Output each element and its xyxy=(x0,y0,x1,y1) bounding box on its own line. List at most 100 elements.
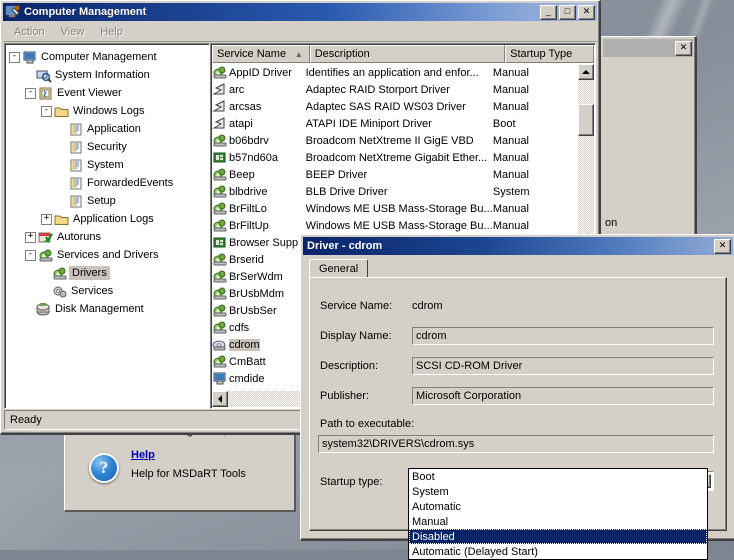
window-buttons: _ □ ✕ xyxy=(540,4,595,20)
description-field[interactable]: SCSI CD-ROM Driver xyxy=(412,357,714,375)
window-title: Computer Management xyxy=(24,6,147,18)
publisher-field[interactable]: Microsoft Corporation xyxy=(412,387,714,405)
table-row[interactable]: AppID Driver Identifies an application an… xyxy=(212,64,578,81)
tree-node-label: ForwardedEvents xyxy=(87,177,174,189)
cell-startup-type: Manual xyxy=(492,83,529,96)
minimize-button[interactable]: _ xyxy=(540,4,557,20)
background-window[interactable]: ✕ on xyxy=(600,36,697,237)
menu-help[interactable]: Help xyxy=(93,24,130,40)
service-name-text: cdrom xyxy=(229,338,260,351)
value-service-name: cdrom xyxy=(412,300,443,312)
tree-node-label: Application Logs xyxy=(73,213,154,225)
driver-icon xyxy=(212,303,228,318)
startup-type-dropdown-list[interactable]: Boot System Automatic Manual Disabled Automat… xyxy=(408,468,708,560)
tree-node[interactable]: ForwardedEvents xyxy=(9,174,209,192)
table-row[interactable]: Beep BEEP Driver Manual xyxy=(212,166,578,183)
disk-management-icon xyxy=(36,302,52,317)
driver-icon xyxy=(212,269,228,284)
tree-node[interactable]: - Computer Management xyxy=(9,48,209,66)
dialog-close-button[interactable]: ✕ xyxy=(714,238,731,254)
flag-driver-icon xyxy=(212,116,228,131)
tree-node-label: Event Viewer xyxy=(57,87,122,99)
label-publisher: Publisher: xyxy=(320,390,369,402)
cell-startup-type: Manual xyxy=(492,168,529,181)
background-window-close-button[interactable]: ✕ xyxy=(675,40,692,56)
window-titlebar[interactable]: Computer Management _ □ ✕ xyxy=(3,3,597,21)
table-row[interactable]: atapi ATAPI IDE Miniport Driver Boot xyxy=(212,115,578,132)
table-row[interactable]: arcsas Adaptec SAS RAID WS03 Driver Manual xyxy=(212,98,578,115)
tree-node[interactable]: Services xyxy=(9,282,209,300)
flag-driver-icon xyxy=(212,82,228,97)
tree-node-label: Application xyxy=(87,123,141,135)
table-row[interactable]: b57nd60a Broadcom NetXtreme Gigabit Ether… xyxy=(212,149,578,166)
menu-bar: Action View Help xyxy=(3,22,597,42)
menu-action[interactable]: Action xyxy=(7,24,52,40)
field-row-service-name: Service Name: cdrom xyxy=(320,296,714,316)
tree-node-label: System Information xyxy=(55,69,150,81)
sort-ascending-icon: ▲ xyxy=(294,49,303,59)
table-row[interactable]: BrFiltLo Windows ME USB Mass-Storage Bu..… xyxy=(212,200,578,217)
tree-node[interactable]: + Application Logs xyxy=(9,210,209,228)
column-header-service-name[interactable]: Service Name ▲ xyxy=(212,45,310,63)
table-row[interactable]: b06bdrv Broadcom NetXtreme II GigE VBD Man… xyxy=(212,132,578,149)
tree-node[interactable]: - Services and Drivers xyxy=(9,246,209,264)
tree-node[interactable]: Setup xyxy=(9,192,209,210)
service-name-text: atapi xyxy=(229,117,253,130)
dropdown-option[interactable]: Boot xyxy=(409,469,707,484)
dropdown-option[interactable]: System xyxy=(409,484,707,499)
log-icon xyxy=(68,158,84,173)
tree-node-label: Drivers xyxy=(69,266,110,280)
service-name-text: blbdrive xyxy=(229,185,268,198)
display-name-field[interactable]: cdrom xyxy=(412,327,714,345)
collapse-toggle-icon[interactable]: - xyxy=(9,51,20,63)
tree-node-label: System xyxy=(87,159,124,171)
expand-toggle-icon[interactable]: + xyxy=(41,213,52,225)
service-name-text: b06bdrv xyxy=(229,134,269,147)
cell-description: Adaptec SAS RAID WS03 Driver xyxy=(305,100,466,113)
tree-node[interactable]: - Event Viewer xyxy=(9,84,209,102)
column-header-startup-type[interactable]: Startup Type xyxy=(505,45,594,63)
dialog-titlebar[interactable]: Driver - cdrom ✕ xyxy=(303,237,733,255)
close-button[interactable]: ✕ xyxy=(578,4,595,20)
dropdown-option[interactable]: Manual xyxy=(409,514,707,529)
tree-node[interactable]: - Windows Logs xyxy=(9,102,209,120)
service-name-text: cmdide xyxy=(229,372,265,385)
table-row[interactable]: blbdrive BLB Drive Driver System xyxy=(212,183,578,200)
console-tree-pane[interactable]: - Computer Management System Information - E… xyxy=(4,43,210,409)
network-driver-icon xyxy=(212,150,228,165)
computer-icon xyxy=(212,371,228,386)
path-to-executable-field[interactable]: system32\DRIVERS\cdrom.sys xyxy=(318,435,714,453)
column-header-description[interactable]: Description xyxy=(309,45,506,63)
system-information-icon xyxy=(36,68,52,83)
maximize-button[interactable]: □ xyxy=(559,4,576,20)
dropdown-option[interactable]: Disabled xyxy=(409,529,707,544)
cell-startup-type: Manual xyxy=(492,134,529,147)
tree-node[interactable]: Disk Management xyxy=(9,300,209,318)
table-row[interactable]: BrFiltUp Windows ME USB Mass-Storage Bu..… xyxy=(212,217,578,234)
cell-service-name: b06bdrv xyxy=(212,133,306,148)
background-window-titlebar[interactable]: ✕ xyxy=(603,39,693,57)
tree-node[interactable]: System Information xyxy=(9,66,209,84)
tree-node[interactable]: System xyxy=(9,156,209,174)
collapse-toggle-icon[interactable]: - xyxy=(41,105,52,117)
table-row[interactable]: arc Adaptec RAID Storport Driver Manual xyxy=(212,81,578,98)
scroll-up-button[interactable] xyxy=(578,64,594,80)
menu-view[interactable]: View xyxy=(54,24,92,40)
tree-node[interactable]: Drivers xyxy=(9,264,209,282)
dropdown-option[interactable]: Automatic xyxy=(409,499,707,514)
vertical-scroll-thumb[interactable] xyxy=(578,104,594,136)
label-path-to-executable: Path to executable: xyxy=(320,418,415,430)
help-link[interactable]: Help xyxy=(131,449,155,461)
tree-node[interactable]: Application xyxy=(9,120,209,138)
tree-node[interactable]: + Autoruns xyxy=(9,228,209,246)
scroll-left-button[interactable] xyxy=(212,391,228,407)
cell-service-name: arcsas xyxy=(212,99,306,114)
dropdown-option[interactable]: Automatic (Delayed Start) xyxy=(409,544,707,559)
autoruns-icon xyxy=(38,230,54,245)
question-mark-icon: ? xyxy=(89,453,119,483)
collapse-toggle-icon[interactable]: - xyxy=(25,249,36,261)
collapse-toggle-icon[interactable]: - xyxy=(25,87,36,99)
tab-general[interactable]: General xyxy=(309,259,369,278)
tree-node[interactable]: Security xyxy=(9,138,209,156)
expand-toggle-icon[interactable]: + xyxy=(25,231,36,243)
